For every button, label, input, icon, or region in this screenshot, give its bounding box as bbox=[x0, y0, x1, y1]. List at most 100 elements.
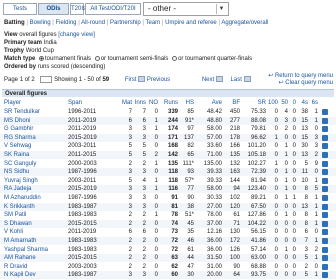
radio-quarter-finals[interactable] bbox=[172, 56, 178, 61]
fifties-cell: 0 bbox=[284, 238, 288, 244]
fours-cell: 30 bbox=[301, 143, 308, 150]
nav-aggregate[interactable]: Aggregate/overall bbox=[221, 20, 268, 26]
next-page-link[interactable]: Next bbox=[202, 77, 214, 83]
player-name[interactable]: V Kohli bbox=[4, 228, 23, 236]
player-name[interactable]: V Sehwag bbox=[4, 142, 31, 150]
table-row: V Kohli 2011-2019 6 6 0 73 35 12.16 130 56.15 0 0 0 6… bbox=[0, 228, 336, 236]
nav-partnership[interactable]: Partnership bbox=[110, 20, 141, 26]
col-inns[interactable]: Inns bbox=[132, 99, 146, 107]
page-jump-input[interactable] bbox=[40, 75, 53, 83]
col-50[interactable]: 50 bbox=[278, 99, 288, 107]
col-mat[interactable]: Mat bbox=[116, 99, 132, 107]
clear-query-link[interactable]: ↩ Clear query menu bbox=[268, 80, 333, 87]
bf-cell: 172 bbox=[229, 238, 240, 244]
fifties-cell: 0 bbox=[284, 220, 288, 227]
previous-page-link[interactable]: Previous bbox=[147, 77, 170, 83]
nav-all-round[interactable]: All-round bbox=[81, 20, 105, 26]
col-6s[interactable]: 6s bbox=[308, 99, 318, 107]
player-name[interactable]: SK Raina bbox=[4, 151, 29, 159]
player-name[interactable]: Yashpal Sharma bbox=[4, 246, 48, 254]
player-profile-icon[interactable] bbox=[322, 160, 328, 167]
change-view-link[interactable]: [change view] bbox=[58, 32, 95, 38]
player-profile-icon[interactable] bbox=[322, 177, 328, 184]
player-profile-icon[interactable] bbox=[322, 246, 328, 253]
player-name[interactable]: G Gambhir bbox=[4, 125, 33, 133]
player-name[interactable]: M Amarnath bbox=[4, 237, 36, 245]
col-sr[interactable]: SR bbox=[240, 99, 266, 107]
col-ave[interactable]: Ave bbox=[194, 99, 222, 107]
player-name[interactable]: N Kapil Dev bbox=[4, 271, 36, 279]
player-profile-icon[interactable] bbox=[322, 186, 328, 193]
col-runs[interactable]: Runs bbox=[158, 99, 178, 107]
col-hs[interactable]: HS bbox=[178, 99, 194, 107]
player-profile-icon[interactable] bbox=[322, 152, 328, 158]
player-profile-icon[interactable] bbox=[322, 203, 328, 210]
player-name[interactable]: NS Sidhu bbox=[4, 168, 29, 176]
player-profile-icon[interactable] bbox=[322, 195, 328, 201]
tab-tests[interactable]: Tests bbox=[3, 3, 37, 15]
return-query-link[interactable]: ↩ Return to query menu bbox=[268, 73, 333, 80]
tab-all-formats[interactable]: All Test/ODI/T20I bbox=[85, 3, 141, 15]
player-profile-icon[interactable] bbox=[322, 229, 328, 236]
player-profile-icon[interactable] bbox=[322, 143, 328, 150]
player-profile-icon[interactable] bbox=[322, 126, 328, 133]
next-page-icon[interactable] bbox=[215, 76, 223, 83]
team-select[interactable]: - other - ▼ bbox=[143, 2, 229, 16]
player-profile-icon[interactable] bbox=[322, 272, 328, 279]
player-name[interactable]: SC Ganguly bbox=[4, 160, 36, 168]
player-name[interactable]: MS Dhoni bbox=[4, 117, 30, 125]
first-page-icon[interactable] bbox=[138, 76, 146, 83]
player-name[interactable]: RA Jadeja bbox=[4, 185, 31, 193]
ave-cell: 31.00 bbox=[206, 263, 222, 270]
player-name[interactable]: AM Rahane bbox=[4, 254, 36, 262]
match-type-line: Match type tournament finals or tourname… bbox=[4, 56, 252, 63]
inns-cell: 2 bbox=[142, 246, 146, 253]
player-profile-icon[interactable] bbox=[322, 238, 328, 244]
player-profile-icon[interactable] bbox=[322, 255, 328, 262]
player-name[interactable]: R Dravid bbox=[4, 263, 27, 271]
nav-team[interactable]: Team bbox=[146, 20, 161, 26]
player-name[interactable]: Yuvraj Singh bbox=[4, 177, 38, 185]
inns-cell: 2 bbox=[142, 238, 146, 244]
player-profile-icon[interactable] bbox=[322, 212, 328, 219]
tab-t20is[interactable]: T20Is bbox=[70, 3, 86, 15]
player-name[interactable]: S Dhawan bbox=[4, 220, 32, 228]
nav-fielding[interactable]: Fielding bbox=[56, 20, 77, 26]
player-name[interactable]: K Srikkanth bbox=[4, 203, 35, 211]
match-type-label: Match type bbox=[4, 56, 36, 63]
no-cell: 0 bbox=[154, 195, 158, 201]
player-name[interactable]: RG Sharma bbox=[4, 134, 36, 142]
table-row: R Dravid 2003-2003 2 2 0 62 47 31.00 90 68.88 0 0 0 2… bbox=[0, 263, 336, 271]
last-page-icon[interactable] bbox=[243, 76, 251, 83]
col-bf[interactable]: BF bbox=[222, 99, 240, 107]
bf-cell: 100 bbox=[229, 255, 240, 262]
col-0[interactable]: 0 bbox=[288, 99, 296, 107]
player-name[interactable]: SR Tendulkar bbox=[4, 108, 40, 116]
col-4s[interactable]: 4s bbox=[296, 99, 308, 107]
player-profile-icon[interactable] bbox=[322, 134, 328, 141]
first-page-link[interactable]: First bbox=[125, 77, 137, 83]
col-span[interactable]: Span bbox=[68, 99, 82, 107]
player-profile-icon[interactable] bbox=[322, 220, 328, 227]
col-100[interactable]: 100 bbox=[266, 99, 278, 107]
player-profile-icon[interactable] bbox=[322, 263, 328, 270]
col-no[interactable]: NO bbox=[146, 99, 158, 107]
sr-cell: 93.75 bbox=[250, 272, 266, 279]
span-cell: 2011-2019 bbox=[68, 229, 97, 236]
player-name[interactable]: M Azharuddin bbox=[4, 194, 41, 202]
player-profile-icon[interactable] bbox=[322, 117, 328, 124]
radio-finals[interactable] bbox=[39, 56, 45, 61]
nav-bowling[interactable]: Bowling bbox=[30, 20, 51, 26]
radio-semi-finals[interactable] bbox=[94, 56, 100, 61]
hundreds-cell: 0 bbox=[274, 109, 278, 115]
runs-cell: 244 bbox=[167, 117, 178, 124]
player-profile-icon[interactable] bbox=[322, 169, 328, 176]
nav-umpire[interactable]: Umpire and referee bbox=[165, 20, 217, 26]
player-name[interactable]: SM Patil bbox=[4, 211, 26, 219]
col-player[interactable]: Player bbox=[4, 99, 21, 107]
player-profile-icon[interactable] bbox=[322, 109, 328, 115]
last-page-link[interactable]: Last bbox=[231, 77, 242, 83]
no-cell: 0 bbox=[154, 272, 158, 279]
nav-batting[interactable]: Batting bbox=[4, 20, 25, 26]
tab-odis[interactable]: ODIs bbox=[38, 3, 69, 15]
